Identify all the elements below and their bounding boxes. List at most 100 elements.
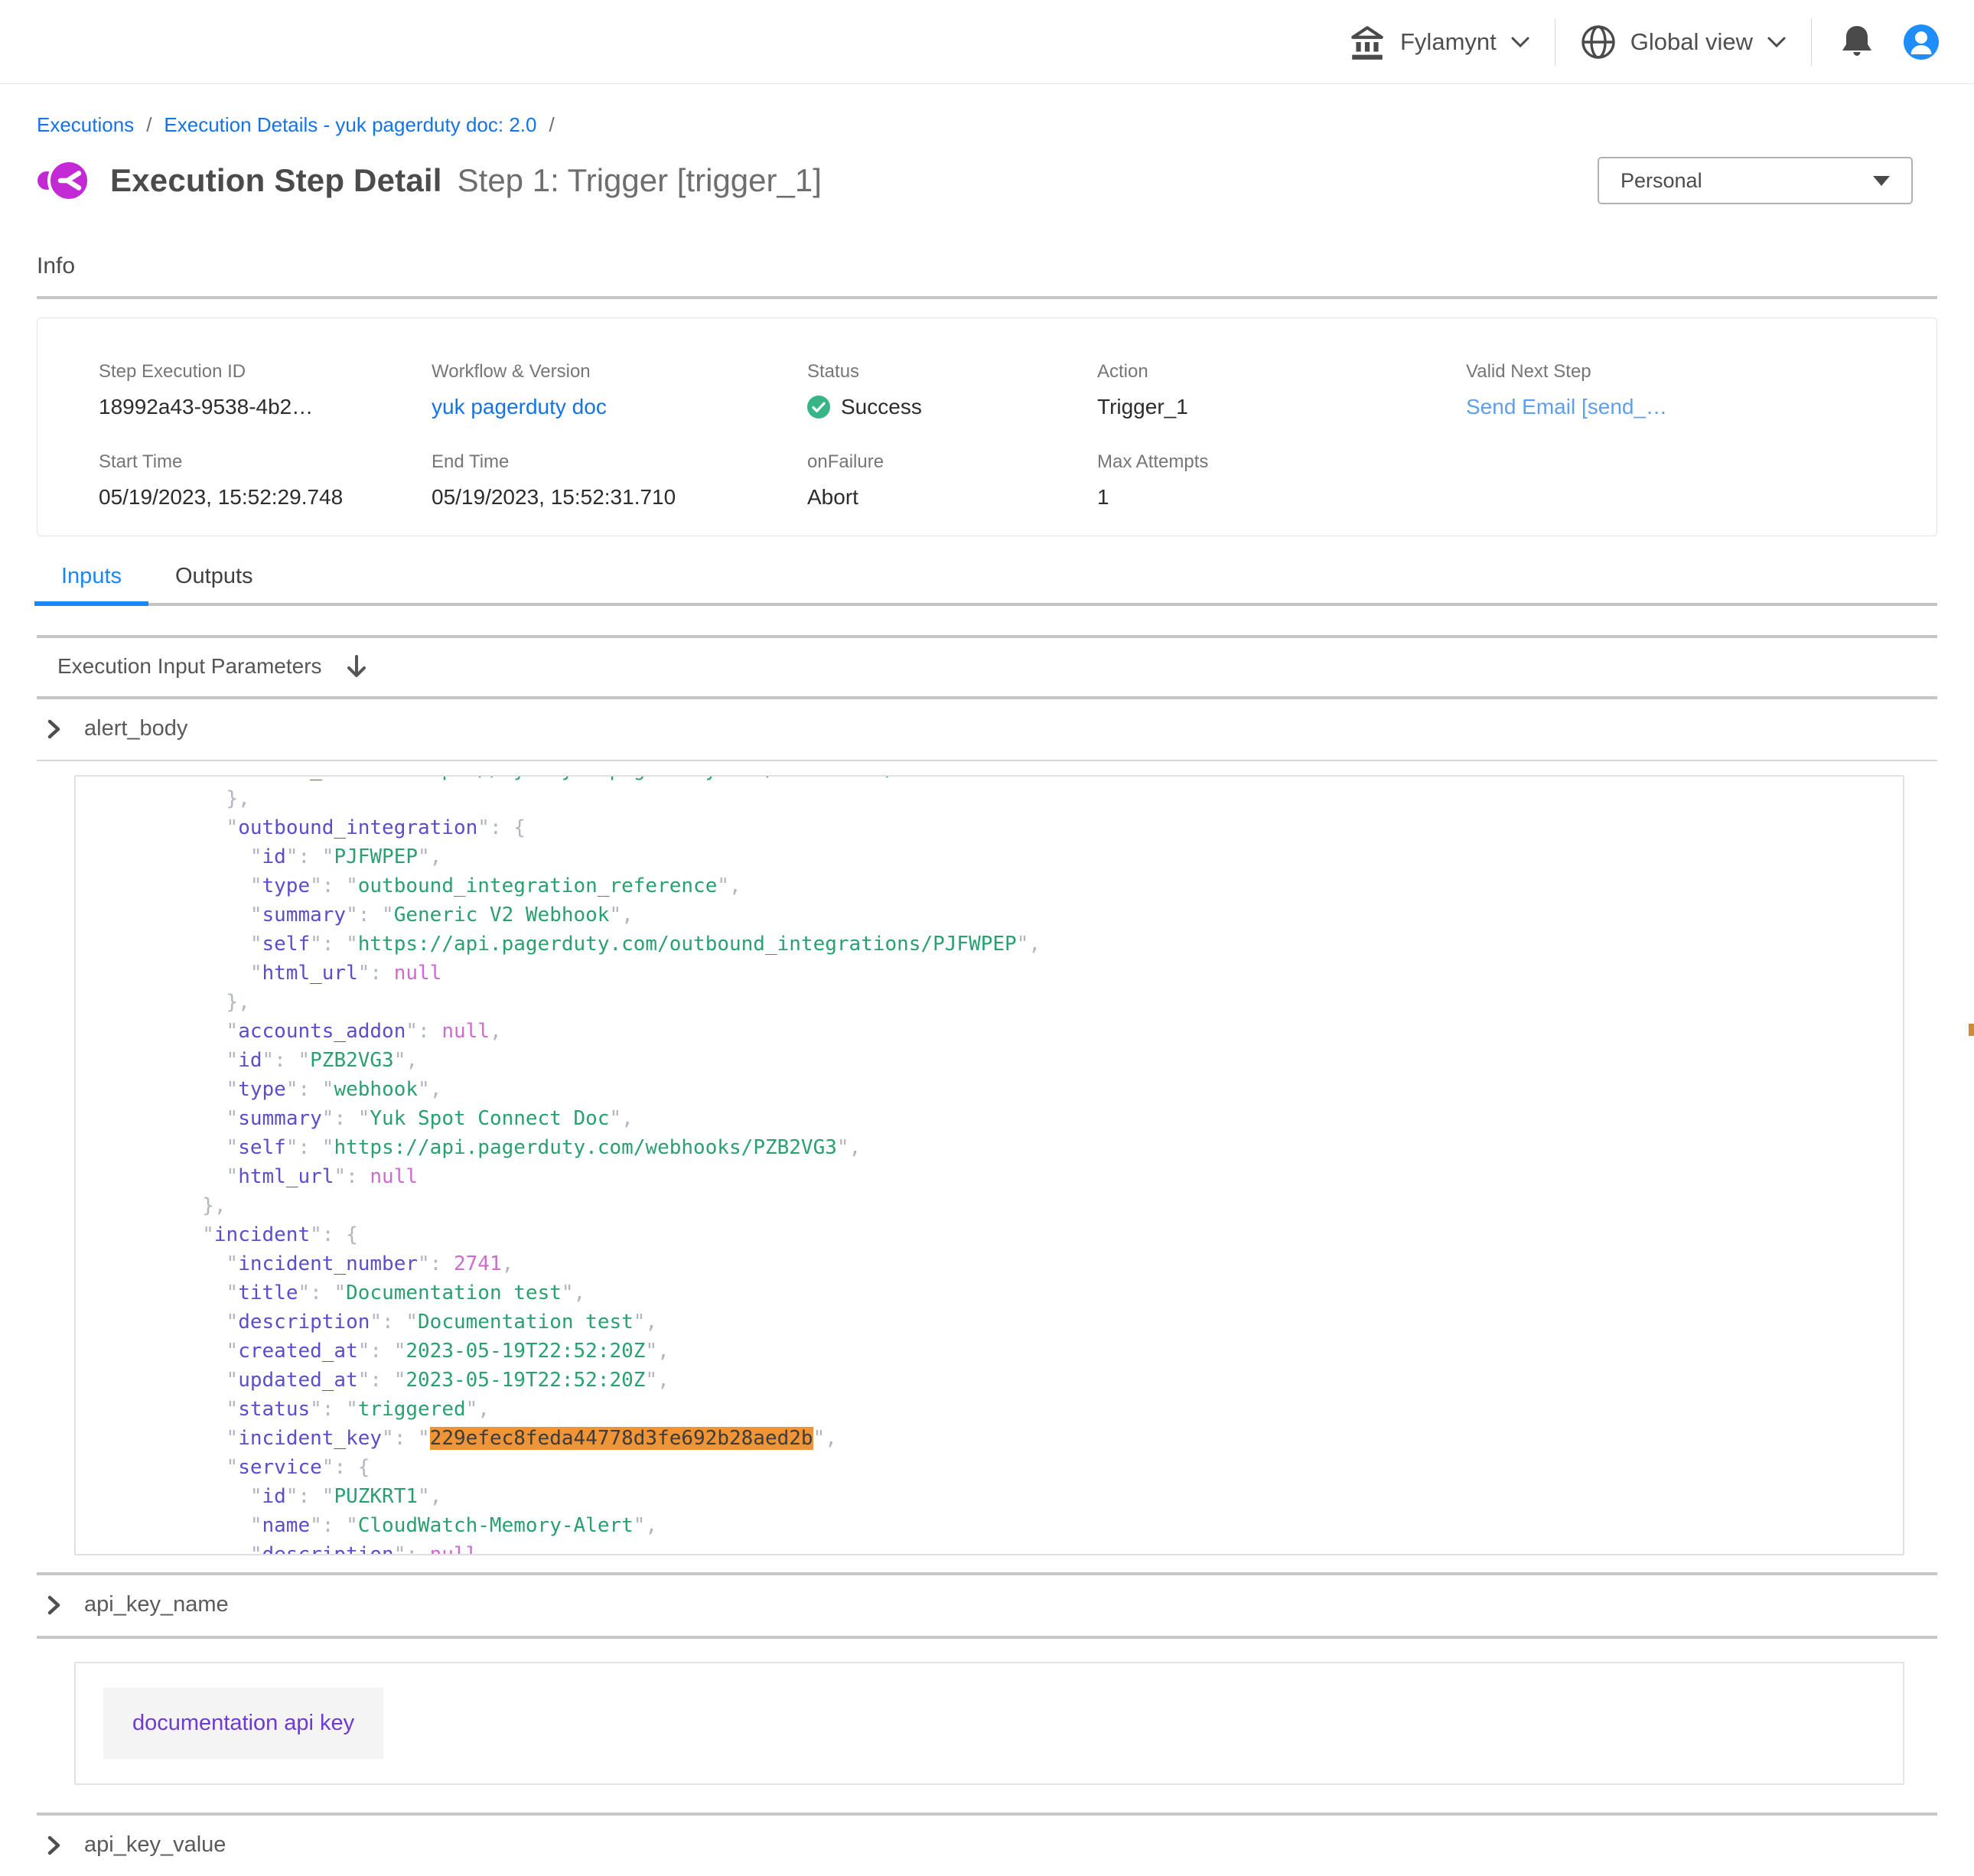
view-switcher[interactable]: Global view xyxy=(1569,24,1797,60)
breadcrumb-separator: / xyxy=(146,113,151,137)
code-line: "summary": "Generic V2 Webhook", xyxy=(106,901,1903,930)
chevron-down-icon xyxy=(1510,35,1530,49)
info-section-heading: Info xyxy=(37,253,1937,279)
info-field-step-execution-id: Step Execution ID 18992a43-9538-4b2… xyxy=(99,361,432,419)
scope-select-value: Personal xyxy=(1621,169,1702,193)
scope-select[interactable]: Personal xyxy=(1598,157,1913,204)
info-field-valid-next-step: Valid Next Step Send Email [send_… xyxy=(1466,361,1891,419)
code-line: "type": "webhook", xyxy=(106,1075,1903,1104)
page-header: Execution Step Detail Step 1: Trigger [t… xyxy=(37,155,1937,206)
org-switcher[interactable]: Fylamynt xyxy=(1337,24,1541,60)
field-label: Action xyxy=(1097,361,1466,383)
notifications-button[interactable] xyxy=(1839,23,1875,61)
json-code: "html_url": "https://fylamynt.pagerduty.… xyxy=(76,775,1903,1555)
info-grid: Step Execution ID 18992a43-9538-4b2… Workf… xyxy=(99,361,1891,510)
download-arrow-icon xyxy=(345,653,368,679)
org-name: Fylamynt xyxy=(1400,28,1497,56)
section-divider xyxy=(37,296,1937,299)
code-line: "accounts_addon": null, xyxy=(106,1017,1903,1046)
code-line: "id": "PUZKRT1", xyxy=(106,1482,1903,1511)
code-line: "service": { xyxy=(106,1453,1903,1482)
code-line: "html_url": "https://fylamynt.pagerduty.… xyxy=(106,775,1903,784)
code-line: }, xyxy=(106,784,1903,813)
code-line: "id": "PJFWPEP", xyxy=(106,842,1903,871)
info-field-status: Status Success xyxy=(807,361,1097,419)
download-parameters-button[interactable] xyxy=(345,653,368,679)
code-line: "html_url": null xyxy=(106,959,1903,988)
code-line: "type": "outbound_integration_reference"… xyxy=(106,871,1903,901)
info-card: Step Execution ID 18992a43-9538-4b2… Workf… xyxy=(37,318,1937,536)
param-row-label: alert_body xyxy=(84,716,187,741)
field-label: Max Attempts xyxy=(1097,451,1466,473)
api-key-name-chip: documentation api key xyxy=(103,1688,383,1759)
bank-icon xyxy=(1348,24,1386,60)
header-divider xyxy=(1811,18,1812,66)
field-label: Start Time xyxy=(99,451,432,473)
param-row-label: api_key_name xyxy=(84,1592,229,1617)
info-field-onfailure: onFailure Abort xyxy=(807,451,1097,510)
info-field-start-time: Start Time 05/19/2023, 15:52:29.748 xyxy=(99,451,432,510)
code-line: "self": "https://api.pagerduty.com/webho… xyxy=(106,1133,1903,1162)
api-key-name-value-box: documentation api key xyxy=(74,1662,1904,1785)
code-line: "summary": "Yuk Spot Connect Doc", xyxy=(106,1104,1903,1133)
execution-input-parameters-header: Execution Input Parameters xyxy=(37,638,1937,696)
field-value: 05/19/2023, 15:52:29.748 xyxy=(99,485,343,510)
field-value: Abort xyxy=(807,485,858,510)
field-label: onFailure xyxy=(807,451,1097,473)
tab-outputs[interactable]: Outputs xyxy=(148,556,280,606)
code-line: "description": null, xyxy=(106,1540,1903,1555)
next-step-link[interactable]: Send Email [send_… xyxy=(1466,395,1667,419)
param-row-alert-body[interactable]: alert_body xyxy=(37,699,1937,760)
field-label: Step Execution ID xyxy=(99,361,432,383)
param-row-api-key-value[interactable]: api_key_value xyxy=(37,1816,1937,1876)
breadcrumb-separator: / xyxy=(549,113,554,137)
breadcrumb-link-execution-details[interactable]: Execution Details - yuk pagerduty doc: 2… xyxy=(164,113,536,137)
info-field-max-attempts: Max Attempts1 xyxy=(1097,451,1466,510)
alert-body-json-viewer[interactable]: "html_url": "https://fylamynt.pagerduty.… xyxy=(74,775,1904,1555)
param-row-api-key-name[interactable]: api_key_name xyxy=(37,1575,1937,1636)
code-line: "incident": { xyxy=(106,1220,1903,1249)
avatar-icon xyxy=(1902,23,1940,61)
chevron-down-icon xyxy=(1767,35,1787,49)
field-label: Valid Next Step xyxy=(1466,361,1891,383)
success-check-icon xyxy=(807,396,830,419)
params-heading: Execution Input Parameters xyxy=(57,654,322,679)
top-navigation-bar: Fylamynt Global view xyxy=(0,0,1974,84)
field-value: 18992a43-9538-4b2… xyxy=(99,395,313,419)
code-line: "html_url": null xyxy=(106,1162,1903,1191)
code-line: "outbound_integration": { xyxy=(106,813,1903,842)
page-subtitle: Step 1: Trigger [trigger_1] xyxy=(458,162,822,199)
tab-list: InputsOutputs xyxy=(34,556,1937,606)
globe-icon xyxy=(1580,24,1617,60)
field-label: End Time xyxy=(432,451,807,473)
code-line: "incident_key": "229efec8feda44778d3fe69… xyxy=(106,1424,1903,1453)
code-line: "id": "PZB2VG3", xyxy=(106,1046,1903,1075)
field-label: Status xyxy=(807,361,1097,383)
field-label: Workflow & Version xyxy=(432,361,807,383)
bell-icon xyxy=(1839,23,1875,61)
code-line: "name": "CloudWatch-Memory-Alert", xyxy=(106,1511,1903,1540)
code-line: "incident_number": 2741, xyxy=(106,1249,1903,1278)
tab-inputs[interactable]: Inputs xyxy=(34,556,148,606)
info-field-end-time: End Time 05/19/2023, 15:52:31.710 xyxy=(432,451,807,510)
main-content: Executions / Execution Details - yuk pag… xyxy=(0,113,1974,1876)
code-line: }, xyxy=(106,1191,1903,1220)
param-row-label: api_key_value xyxy=(84,1832,226,1858)
page-title: Execution Step Detail xyxy=(110,162,442,199)
dropdown-arrow-icon xyxy=(1873,176,1890,186)
breadcrumb-link-executions[interactable]: Executions xyxy=(37,113,134,137)
breadcrumb: Executions / Execution Details - yuk pag… xyxy=(37,113,1937,137)
workflow-step-icon xyxy=(37,155,90,206)
code-line: "self": "https://api.pagerduty.com/outbo… xyxy=(106,930,1903,959)
chevron-right-icon xyxy=(46,1594,63,1617)
status-text: Success xyxy=(841,395,922,419)
find-match-scrollbar-marker xyxy=(1969,1024,1974,1036)
code-line: "status": "triggered", xyxy=(106,1395,1903,1424)
field-value: Trigger_1 xyxy=(1097,395,1188,419)
field-value: 05/19/2023, 15:52:31.710 xyxy=(432,485,676,510)
code-line: "created_at": "2023-05-19T22:52:20Z", xyxy=(106,1337,1903,1366)
view-name: Global view xyxy=(1630,28,1753,56)
user-avatar-button[interactable] xyxy=(1902,23,1940,61)
chevron-right-icon xyxy=(46,718,63,741)
workflow-link[interactable]: yuk pagerduty doc xyxy=(432,395,607,419)
